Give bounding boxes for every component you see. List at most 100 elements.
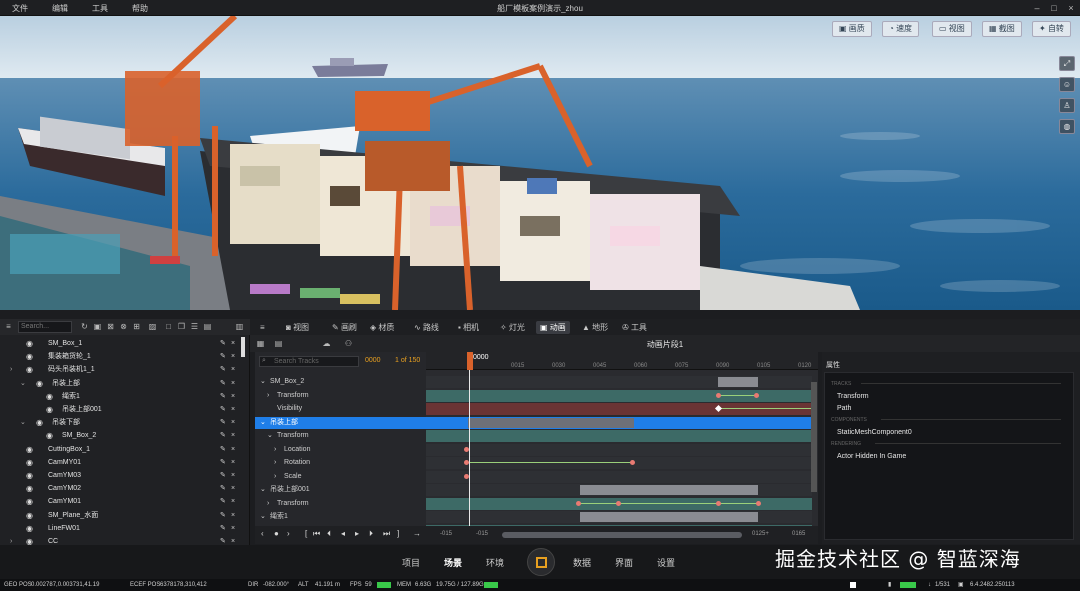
image-icon[interactable]: ▨: [148, 322, 157, 331]
goto-icon[interactable]: →: [413, 529, 421, 538]
tab-camera[interactable]: ▪ 相机: [454, 321, 483, 334]
copy-icon[interactable]: ❐: [177, 322, 186, 331]
delete-icon[interactable]: ×: [231, 377, 235, 390]
eye-icon[interactable]: ◉: [36, 416, 43, 429]
section-bar[interactable]: [580, 512, 758, 522]
tab-terrain[interactable]: ▲ 地形: [578, 321, 612, 334]
timeline-lane[interactable]: [426, 376, 812, 388]
step-back-icon[interactable]: ⏴: [327, 529, 331, 539]
keyframe[interactable]: [756, 500, 761, 506]
outliner-row[interactable]: ◉ CamMY01 ✎ ×: [0, 456, 244, 469]
edit-icon[interactable]: ✎: [220, 416, 226, 429]
outliner-row[interactable]: ⌄ ◉ 吊装上部 ✎ ×: [0, 377, 244, 390]
edit-icon[interactable]: ✎: [220, 403, 226, 416]
outliner-row[interactable]: ◉ LineFW01 ✎ ×: [0, 522, 244, 535]
edit-icon[interactable]: ✎: [220, 390, 226, 403]
box-icon[interactable]: □: [164, 322, 173, 331]
link-icon[interactable]: ⊗: [119, 322, 128, 331]
tab-animation[interactable]: ▣ 动画: [536, 321, 570, 334]
section-bar[interactable]: [468, 417, 634, 428]
delete-icon[interactable]: ×: [231, 456, 235, 469]
track-arrow-icon[interactable]: ›: [274, 444, 276, 456]
keyframe[interactable]: [616, 500, 621, 506]
edit-icon[interactable]: ✎: [220, 377, 226, 390]
delete-icon[interactable]: ×: [231, 390, 235, 403]
nav-environment[interactable]: 环境: [486, 556, 504, 569]
track-row[interactable]: › Location: [255, 444, 426, 456]
outliner-row[interactable]: › ◉ 码头吊装机1_1 ✎ ×: [0, 363, 244, 376]
edit-icon[interactable]: ✎: [220, 350, 226, 363]
skip-start-icon[interactable]: ⏮: [313, 529, 320, 539]
delete-icon[interactable]: ×: [231, 482, 235, 495]
minimize-icon[interactable]: –: [1030, 2, 1044, 14]
track-arrow-icon[interactable]: ⌄: [260, 484, 266, 496]
timeline-lane[interactable]: [426, 389, 812, 402]
outliner-row[interactable]: ◉ CamYM02 ✎ ×: [0, 482, 244, 495]
tabs-menu-icon[interactable]: ≡: [256, 321, 269, 334]
timeline-lane[interactable]: [426, 430, 812, 442]
skip-end-icon[interactable]: ⏭: [383, 529, 390, 539]
timeline-lane[interactable]: [426, 484, 812, 496]
quality-button[interactable]: ▣ 画质: [832, 21, 872, 37]
keyframe[interactable]: [754, 392, 759, 398]
grid-icon[interactable]: ⊞: [132, 322, 141, 331]
track-arrow-icon[interactable]: ⌄: [260, 511, 266, 523]
current-frame[interactable]: 0000: [365, 357, 381, 364]
eye-icon[interactable]: ◉: [26, 482, 33, 495]
expand-arrow-icon[interactable]: ›: [10, 363, 12, 376]
edit-icon[interactable]: ✎: [220, 443, 226, 456]
close-icon[interactable]: ×: [1064, 2, 1078, 14]
keyframe[interactable]: [716, 500, 721, 506]
track-row[interactable]: ⌄ 吊装上部: [255, 416, 426, 429]
timeline-lane[interactable]: [426, 403, 812, 415]
track-row[interactable]: › Transform: [255, 390, 426, 402]
outliner-row[interactable]: ◉ CuttingBox_1 ✎ ×: [0, 443, 244, 456]
bracket-right-icon[interactable]: ]: [397, 529, 399, 538]
nav-scene[interactable]: 场景: [444, 556, 462, 569]
track-arrow-icon[interactable]: ›: [267, 390, 269, 402]
track-arrow-icon[interactable]: ⌄: [267, 430, 273, 442]
nav-settings[interactable]: 设置: [657, 556, 675, 569]
delete-icon[interactable]: ×: [231, 337, 235, 350]
timeline-lane[interactable]: [426, 511, 812, 523]
outliner-row[interactable]: ◉ SM_Box_1 ✎ ×: [0, 337, 244, 350]
edit-icon[interactable]: ✎: [220, 337, 226, 350]
track-arrow-icon[interactable]: ⌄: [260, 417, 266, 429]
edit-icon[interactable]: ✎: [220, 509, 226, 522]
auto-rotate-button[interactable]: ✦ 自转: [1032, 21, 1071, 37]
timeline-lane[interactable]: [426, 416, 812, 429]
eye-icon[interactable]: ◉: [36, 377, 43, 390]
track-row[interactable]: › Rotation: [255, 457, 426, 469]
range-scrollbar[interactable]: [502, 532, 742, 538]
timeline-vscroll[interactable]: [811, 382, 817, 492]
eye-icon[interactable]: ◉: [26, 350, 33, 363]
nav-data[interactable]: 数据: [573, 556, 591, 569]
delete-icon[interactable]: ×: [231, 509, 235, 522]
track-row[interactable]: ⌄ 吊装上部001: [255, 484, 426, 496]
speed-button[interactable]: ◔ 速度: [882, 21, 920, 37]
eye-icon[interactable]: ◉: [26, 337, 33, 350]
edit-icon[interactable]: ✎: [220, 456, 226, 469]
group-icon[interactable]: ▣: [93, 322, 102, 331]
nav-interface[interactable]: 界面: [615, 556, 633, 569]
pager-arrow-icon[interactable]: ↓: [928, 579, 931, 591]
track-row[interactable]: ⌄ 绳索1: [255, 511, 426, 523]
outliner-row[interactable]: ◉ 绳索1 ✎ ×: [0, 390, 244, 403]
tab-route[interactable]: ∿ 路线: [410, 321, 443, 334]
eye-icon[interactable]: ◉: [26, 522, 33, 535]
outliner-search-input[interactable]: Search...: [18, 321, 72, 333]
tab-view[interactable]: ◙ 视图: [282, 321, 313, 334]
bracket-left-icon[interactable]: [: [305, 529, 307, 538]
refresh-icon[interactable]: ↻: [80, 322, 89, 331]
tab-material[interactable]: ◈ 材质: [366, 321, 398, 334]
expand-icon[interactable]: ⤢: [1059, 56, 1075, 71]
keyframe[interactable]: [630, 460, 635, 465]
expand-arrow-icon[interactable]: ⌄: [20, 416, 26, 429]
track-row[interactable]: ⌄ Transform: [255, 430, 426, 442]
prev-arrow-icon[interactable]: ‹: [261, 529, 264, 538]
delete-icon[interactable]: ×: [231, 350, 235, 363]
menu-icon[interactable]: ≡: [4, 322, 13, 331]
ungroup-icon[interactable]: ⊠: [106, 322, 115, 331]
eye-icon[interactable]: ◉: [46, 390, 53, 403]
eye-icon[interactable]: ◉: [26, 363, 33, 376]
